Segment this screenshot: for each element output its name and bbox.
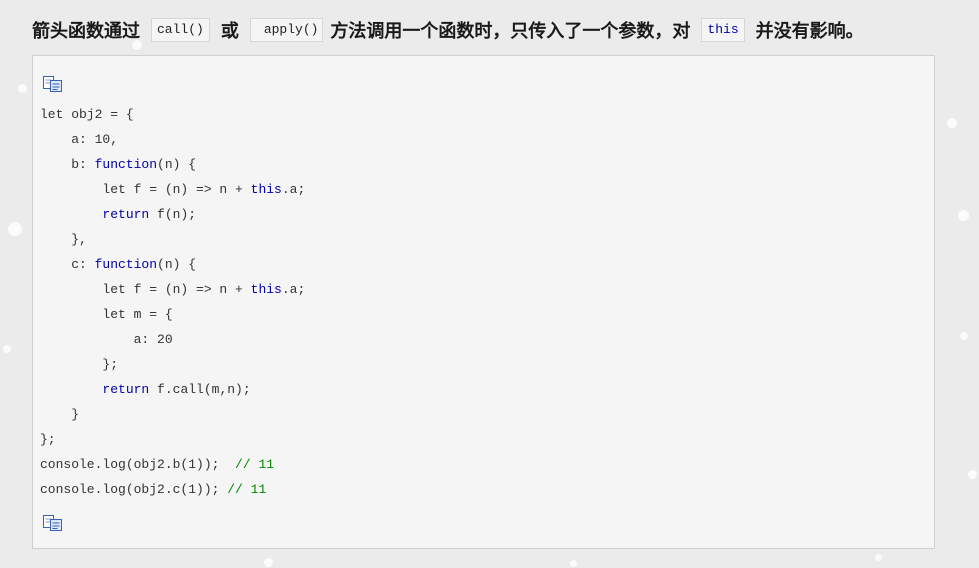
background-speck bbox=[8, 222, 22, 236]
background-speck bbox=[875, 554, 882, 561]
code-text: f.call(m,n); bbox=[149, 382, 251, 397]
code-keyword: function bbox=[94, 257, 158, 272]
code-comment: // 11 bbox=[235, 457, 275, 472]
code-keyword: function bbox=[94, 157, 158, 172]
code-line: console.log(obj2.b(1)); // 11 bbox=[40, 452, 305, 477]
code-text: let m = { bbox=[40, 307, 173, 322]
code-line: console.log(obj2.c(1)); // 11 bbox=[40, 477, 305, 502]
code-line: let f = (n) => n + this.a; bbox=[40, 177, 305, 202]
code-keyword: return bbox=[102, 382, 150, 397]
code-keyword: return bbox=[102, 207, 150, 222]
code-text: c: bbox=[40, 257, 95, 272]
code-text: a: 20 bbox=[40, 332, 173, 347]
heading-text: 并没有影响。 bbox=[755, 21, 864, 42]
inline-code-call: call() bbox=[151, 18, 210, 42]
code-line: return f(n); bbox=[40, 202, 305, 227]
code-text: } bbox=[40, 407, 80, 422]
code-line: c: function(n) { bbox=[40, 252, 305, 277]
code-line: }, bbox=[40, 227, 305, 252]
background-speck bbox=[947, 118, 957, 128]
code-text: let f = (n) => n + bbox=[40, 182, 251, 197]
code-line: let obj2 = { bbox=[40, 102, 305, 127]
article-heading: 箭头函数通过 call() 或 apply() 方法调用一个函数时，只传入了一个… bbox=[32, 13, 864, 47]
background-speck bbox=[968, 470, 977, 479]
inline-code-apply: apply() bbox=[249, 18, 324, 42]
background-speck bbox=[960, 332, 968, 340]
code-line: let m = { bbox=[40, 302, 305, 327]
code-line: return f.call(m,n); bbox=[40, 377, 305, 402]
code-line: a: 20 bbox=[40, 327, 305, 352]
heading-text: 方法调用一个函数时，只传入了一个参数，对 bbox=[330, 21, 691, 42]
code-keyword: this bbox=[250, 282, 282, 297]
background-speck bbox=[18, 84, 27, 93]
background-speck bbox=[3, 345, 11, 353]
code-keyword: this bbox=[250, 182, 282, 197]
code-text: }; bbox=[40, 432, 56, 447]
copy-icon[interactable] bbox=[42, 514, 64, 532]
background-speck bbox=[958, 210, 969, 221]
code-text: console.log(obj2.b(1)); bbox=[40, 457, 236, 472]
heading-text: 箭头函数通过 bbox=[32, 21, 140, 42]
code-line: } bbox=[40, 402, 305, 427]
heading-text: 或 bbox=[220, 21, 239, 42]
code-text: }, bbox=[40, 232, 87, 247]
background-speck bbox=[570, 560, 577, 567]
code-text: (n) { bbox=[157, 257, 197, 272]
code-line: let f = (n) => n + this.a; bbox=[40, 277, 305, 302]
code-text: let f = (n) => n + bbox=[40, 282, 251, 297]
copy-icon[interactable] bbox=[42, 75, 64, 93]
inline-code-this: this bbox=[701, 18, 745, 42]
background-speck bbox=[264, 558, 273, 567]
code-line: }; bbox=[40, 427, 305, 452]
code-text: let obj2 = { bbox=[40, 107, 134, 122]
code-line: a: 10, bbox=[40, 127, 305, 152]
code-listing: let obj2 = { a: 10, b: function(n) { let… bbox=[40, 102, 305, 502]
code-text: }; bbox=[40, 357, 119, 372]
code-text: .a; bbox=[281, 282, 306, 297]
code-text: b: bbox=[40, 157, 95, 172]
code-text: (n) { bbox=[157, 157, 197, 172]
code-text: .a; bbox=[281, 182, 306, 197]
code-text: console.log(obj2.c(1)); bbox=[40, 482, 228, 497]
code-line: b: function(n) { bbox=[40, 152, 305, 177]
code-text: a: 10, bbox=[40, 132, 119, 147]
code-line: }; bbox=[40, 352, 305, 377]
code-comment: // 11 bbox=[227, 482, 267, 497]
code-text: f(n); bbox=[149, 207, 197, 222]
code-block: let obj2 = { a: 10, b: function(n) { let… bbox=[32, 55, 935, 549]
